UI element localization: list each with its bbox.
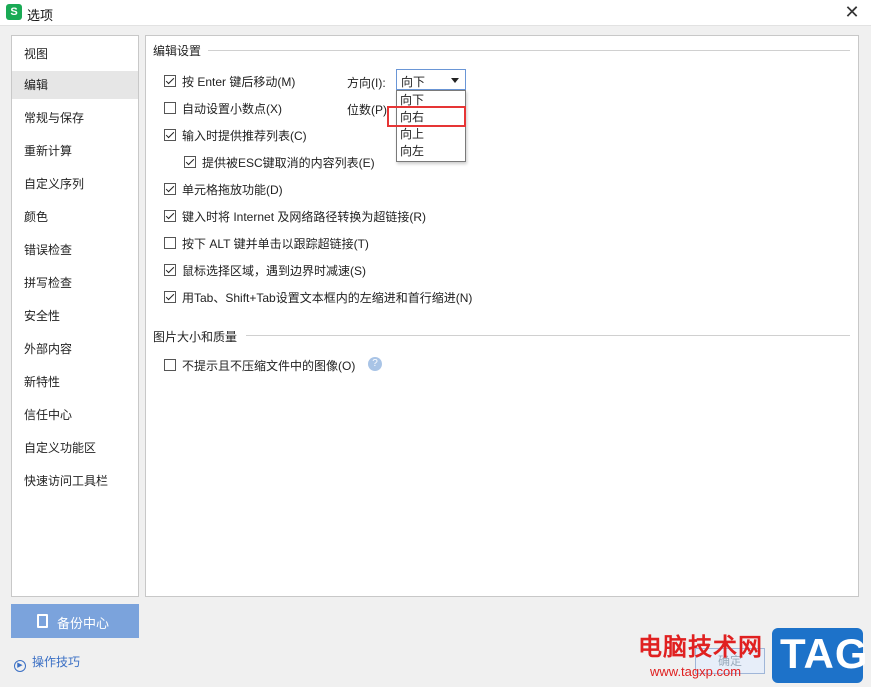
sidebar-item-trust-center[interactable]: 信任中心	[12, 401, 138, 429]
option-autocomplete[interactable]: 输入时提供推荐列表(C)	[164, 126, 307, 144]
sidebar-item-error-check[interactable]: 错误检查	[12, 236, 138, 264]
option-label: 自动设置小数点(X)	[182, 101, 282, 116]
sidebar-item-edit[interactable]: 编辑	[12, 71, 138, 99]
sidebar-item-custom-ribbon[interactable]: 自定义功能区	[12, 434, 138, 462]
checkbox-checked[interactable]	[164, 210, 176, 222]
checkbox-unchecked[interactable]	[164, 237, 176, 249]
tips-link[interactable]: ▶ 操作技巧	[14, 653, 80, 672]
direction-select[interactable]: 向下	[396, 69, 466, 90]
dropdown-option-left[interactable]: 向左	[397, 143, 465, 160]
sidebar-item-security[interactable]: 安全性	[12, 302, 138, 330]
sidebar-item-new-features[interactable]: 新特性	[12, 368, 138, 396]
option-label: 鼠标选择区域，遇到边界时减速(S)	[182, 263, 366, 278]
checkbox-checked[interactable]	[164, 129, 176, 141]
option-drag-drop[interactable]: 单元格拖放功能(D)	[164, 180, 283, 198]
section-divider	[208, 50, 850, 51]
option-label: 键入时将 Internet 及网络路径转换为超链接(R)	[182, 209, 427, 224]
app-logo-icon: S	[6, 4, 22, 20]
tips-label: 操作技巧	[32, 655, 81, 669]
checkbox-checked[interactable]	[164, 75, 176, 87]
backup-center-label: 备份中心	[57, 616, 110, 631]
option-enter-move[interactable]: 按 Enter 键后移动(M)	[164, 72, 295, 90]
checkbox-checked[interactable]	[164, 291, 176, 303]
decimal-places-label: 位数(P)	[347, 103, 387, 117]
sidebar-item-quick-access[interactable]: 快速访问工具栏	[12, 467, 138, 495]
sidebar: 视图 编辑 常规与保存 重新计算 自定义序列 颜色 错误检查 拼写检查 安全性 …	[11, 35, 139, 597]
help-icon[interactable]: ?	[368, 357, 382, 371]
checkbox-checked[interactable]	[164, 264, 176, 276]
option-label: 单元格拖放功能(D)	[182, 182, 283, 197]
watermark-url: www.tagxp.com	[650, 664, 742, 679]
close-icon: ✕	[844, 2, 860, 22]
window-title: 选项	[27, 8, 54, 23]
close-button[interactable]: ✕	[841, 2, 863, 24]
option-no-compress-images[interactable]: 不提示且不压缩文件中的图像(O)	[164, 356, 355, 374]
option-mouse-slowdown[interactable]: 鼠标选择区域，遇到边界时减速(S)	[164, 261, 366, 279]
section-title-image: 图片大小和质量	[153, 330, 238, 344]
section-divider	[246, 335, 850, 336]
option-alt-click-hyperlink[interactable]: 按下 ALT 键并单击以跟踪超链接(T)	[164, 234, 369, 252]
checkbox-checked[interactable]	[184, 156, 196, 168]
option-hyperlink-convert[interactable]: 键入时将 Internet 及网络路径转换为超链接(R)	[164, 207, 426, 225]
sidebar-item-recalculate[interactable]: 重新计算	[12, 137, 138, 165]
option-label: 用Tab、Shift+Tab设置文本框内的左缩进和首行缩进(N)	[182, 290, 473, 305]
sidebar-item-spell-check[interactable]: 拼写检查	[12, 269, 138, 297]
checkbox-unchecked[interactable]	[164, 102, 176, 114]
play-circle-icon: ▶	[14, 660, 26, 672]
section-title-edit: 编辑设置	[153, 44, 202, 58]
checkbox-checked[interactable]	[164, 183, 176, 195]
dropdown-option-up[interactable]: 向上	[397, 126, 465, 143]
option-label: 提供被ESC键取消的内容列表(E)	[202, 155, 375, 170]
backup-icon	[37, 614, 48, 628]
chevron-down-icon	[451, 78, 459, 83]
option-auto-decimal[interactable]: 自动设置小数点(X)	[164, 99, 282, 117]
sidebar-item-general-save[interactable]: 常规与保存	[12, 104, 138, 132]
title-bar: S 选项 ✕	[0, 0, 871, 26]
sidebar-item-external-content[interactable]: 外部内容	[12, 335, 138, 363]
highlight-box	[387, 106, 466, 127]
checkbox-unchecked[interactable]	[164, 359, 176, 371]
option-label: 不提示且不压缩文件中的图像(O)	[182, 358, 356, 373]
sidebar-item-custom-lists[interactable]: 自定义序列	[12, 170, 138, 198]
settings-panel: 编辑设置 按 Enter 键后移动(M) 方向(I): 向下 自动设置小数点(X…	[145, 35, 859, 597]
option-label: 输入时提供推荐列表(C)	[182, 128, 307, 143]
sidebar-item-color[interactable]: 颜色	[12, 203, 138, 231]
watermark-tag-text: TAG	[780, 630, 869, 677]
direction-label: 方向(I):	[347, 76, 386, 90]
sidebar-item-view[interactable]: 视图	[12, 40, 138, 68]
backup-center-button[interactable]: 备份中心	[11, 604, 139, 638]
option-label: 按 Enter 键后移动(M)	[182, 74, 296, 89]
watermark-site-name: 电脑技术网	[638, 634, 763, 661]
option-esc-list[interactable]: 提供被ESC键取消的内容列表(E)	[184, 153, 375, 171]
direction-select-value: 向下	[401, 75, 426, 89]
option-tab-indent[interactable]: 用Tab、Shift+Tab设置文本框内的左缩进和首行缩进(N)	[164, 288, 472, 306]
option-label: 按下 ALT 键并单击以跟踪超链接(T)	[182, 236, 369, 251]
